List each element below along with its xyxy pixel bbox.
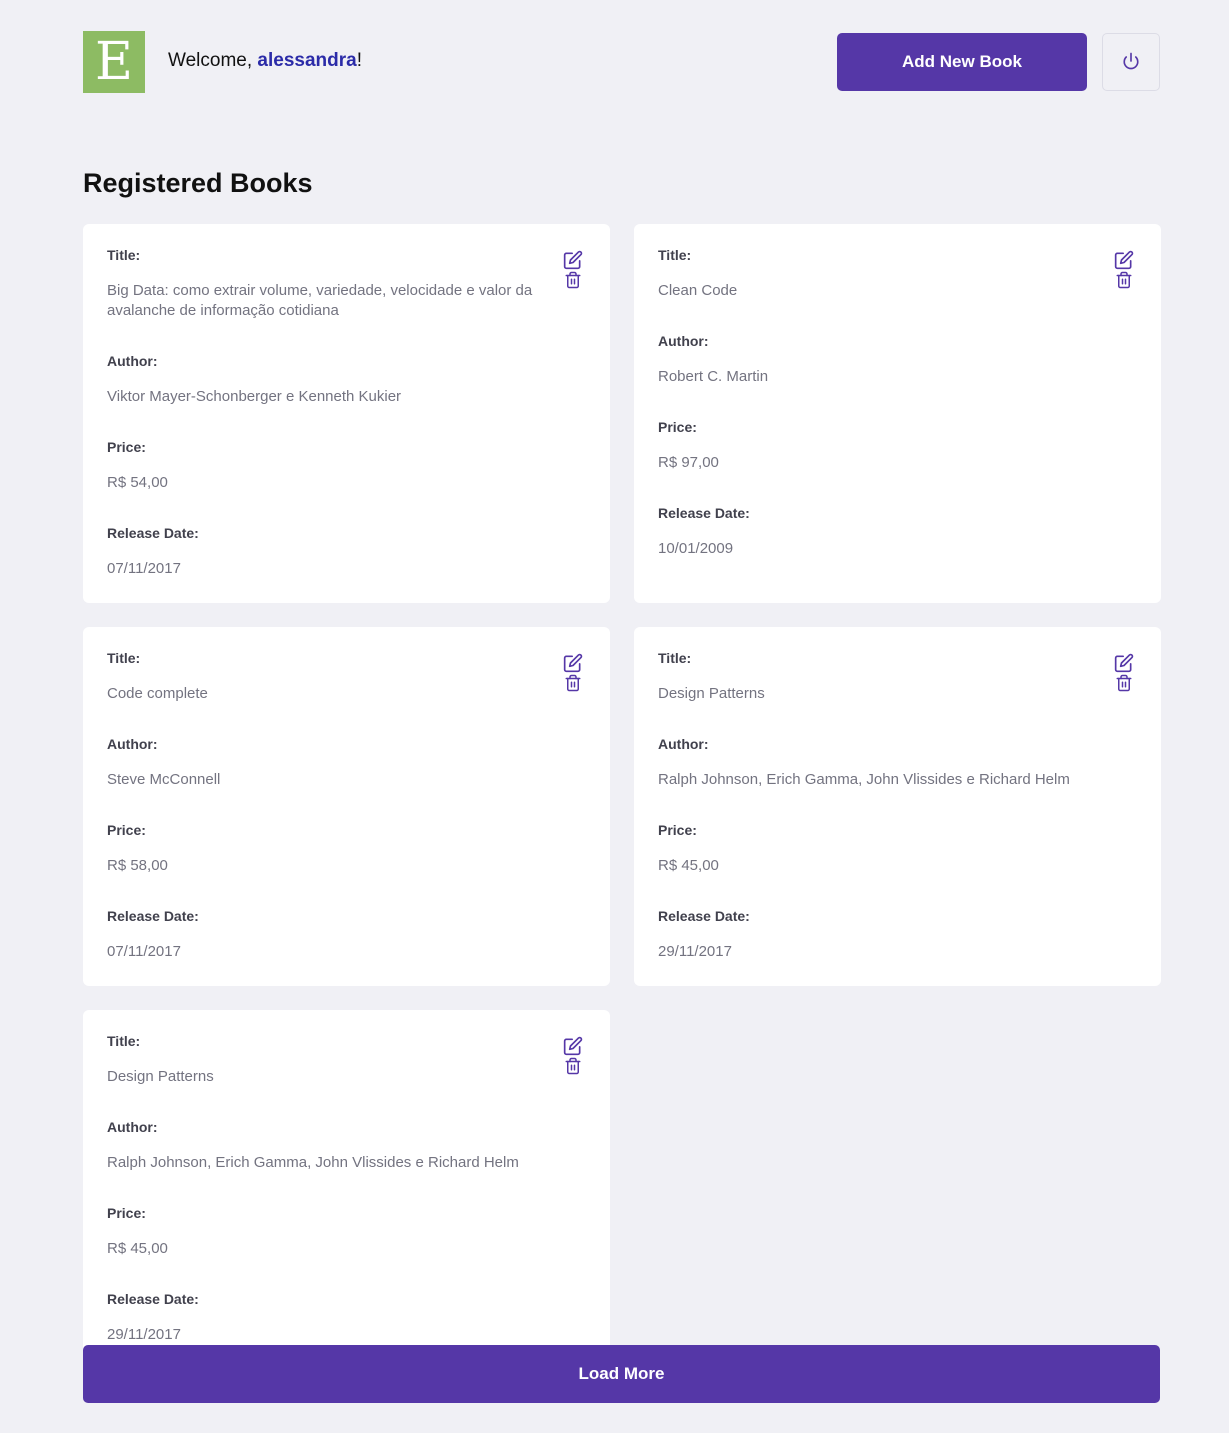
- author-label: Author:: [107, 353, 158, 369]
- book-release-date: 29/11/2017: [107, 1326, 181, 1343]
- welcome-suffix: !: [356, 50, 362, 71]
- delete-button[interactable]: [563, 674, 583, 695]
- trash-icon: [564, 1057, 582, 1078]
- book-title: Clean Code: [658, 282, 738, 299]
- book-author: Robert C. Martin: [658, 368, 769, 385]
- trash-icon: [1115, 674, 1133, 695]
- username: alessandra: [257, 50, 357, 71]
- book-card: Title: Big Data: como extrair volume, va…: [83, 224, 610, 603]
- delete-button[interactable]: [1114, 674, 1134, 695]
- edit-icon: [563, 250, 583, 273]
- release-date-label: Release Date:: [658, 505, 750, 521]
- title-label: Title:: [658, 247, 692, 263]
- price-label: Price:: [107, 822, 146, 838]
- price-label: Price:: [658, 822, 697, 838]
- header: E Welcome, alessandra! Add New Book: [83, 0, 1160, 93]
- book-title: Big Data: como extrair volume, variedade…: [107, 282, 533, 319]
- page: E Welcome, alessandra! Add New Book Regi…: [83, 0, 1161, 1403]
- book-card: Title: Code complete Author: Steve McCon…: [83, 627, 610, 986]
- card-actions: [563, 653, 583, 695]
- title-label: Title:: [107, 650, 141, 666]
- book-price: R$ 54,00: [107, 474, 168, 491]
- price-label: Price:: [107, 1205, 146, 1221]
- author-label: Author:: [658, 333, 709, 349]
- edit-button[interactable]: [1114, 653, 1134, 676]
- book-title: Code complete: [107, 685, 208, 702]
- edit-icon: [563, 653, 583, 676]
- book-card: Title: Design Patterns Author: Ralph Joh…: [83, 1010, 610, 1369]
- book-price: R$ 45,00: [658, 857, 719, 874]
- card-actions: [563, 250, 583, 292]
- card-actions: [1114, 250, 1134, 292]
- delete-button[interactable]: [563, 271, 583, 292]
- welcome-prefix: Welcome,: [168, 50, 258, 71]
- edit-icon: [1114, 250, 1134, 273]
- title-label: Title:: [107, 247, 141, 263]
- book-author: Ralph Johnson, Erich Gamma, John Vlissid…: [658, 771, 1070, 788]
- author-label: Author:: [658, 736, 709, 752]
- edit-icon: [563, 1036, 583, 1059]
- price-label: Price:: [107, 439, 146, 455]
- page-title: Registered Books: [83, 168, 313, 198]
- logo-letter: E: [95, 32, 133, 92]
- trash-icon: [564, 271, 582, 292]
- edit-button[interactable]: [1114, 250, 1134, 273]
- book-price: R$ 97,00: [658, 454, 719, 471]
- edit-button[interactable]: [563, 653, 583, 676]
- edit-button[interactable]: [563, 250, 583, 273]
- release-date-label: Release Date:: [107, 908, 199, 924]
- power-icon: [1122, 52, 1140, 73]
- book-release-date: 29/11/2017: [658, 943, 732, 960]
- load-more-button[interactable]: Load More: [83, 1345, 1160, 1403]
- release-date-label: Release Date:: [658, 908, 750, 924]
- card-actions: [563, 1036, 583, 1078]
- trash-icon: [564, 674, 582, 695]
- book-price: R$ 45,00: [107, 1240, 168, 1257]
- price-label: Price:: [658, 419, 697, 435]
- book-title: Design Patterns: [658, 685, 765, 702]
- add-new-book-button[interactable]: Add New Book: [837, 33, 1087, 91]
- edit-icon: [1114, 653, 1134, 676]
- logout-button[interactable]: [1102, 33, 1160, 91]
- release-date-label: Release Date:: [107, 525, 199, 541]
- book-release-date: 07/11/2017: [107, 943, 181, 960]
- book-card: Title: Clean Code Author: Robert C. Mart…: [634, 224, 1161, 603]
- welcome-message: Welcome, alessandra!: [168, 50, 362, 72]
- title-label: Title:: [107, 1033, 141, 1049]
- book-author: Steve McConnell: [107, 771, 221, 788]
- card-actions: [1114, 653, 1134, 695]
- edit-button[interactable]: [563, 1036, 583, 1059]
- book-author: Viktor Mayer-Schonberger e Kenneth Kukie…: [107, 388, 402, 405]
- author-label: Author:: [107, 1119, 158, 1135]
- logo: E: [83, 31, 145, 93]
- title-label: Title:: [658, 650, 692, 666]
- trash-icon: [1115, 271, 1133, 292]
- book-release-date: 10/01/2009: [658, 540, 734, 557]
- book-price: R$ 58,00: [107, 857, 168, 874]
- author-label: Author:: [107, 736, 158, 752]
- book-author: Ralph Johnson, Erich Gamma, John Vlissid…: [107, 1154, 519, 1171]
- delete-button[interactable]: [1114, 271, 1134, 292]
- book-list: Title: Big Data: como extrair volume, va…: [83, 224, 1161, 1369]
- book-release-date: 07/11/2017: [107, 560, 181, 577]
- release-date-label: Release Date:: [107, 1291, 199, 1307]
- book-card: Title: Design Patterns Author: Ralph Joh…: [634, 627, 1161, 986]
- delete-button[interactable]: [563, 1057, 583, 1078]
- book-title: Design Patterns: [107, 1068, 214, 1085]
